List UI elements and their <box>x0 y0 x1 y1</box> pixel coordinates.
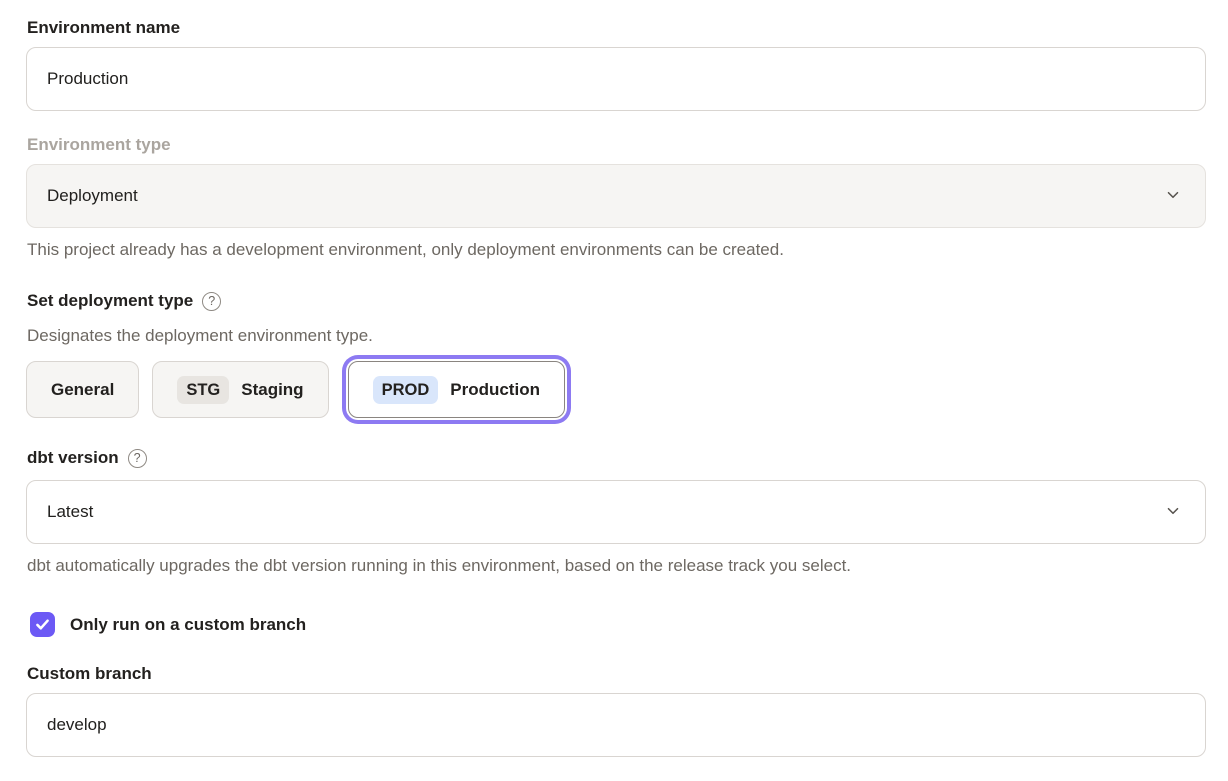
dbt-version-select[interactable]: Latest <box>26 480 1206 544</box>
deployment-type-options: General STG Staging PROD Production <box>26 361 1206 418</box>
dbt-version-helper: dbt automatically upgrades the dbt versi… <box>27 555 1206 576</box>
option-label: General <box>51 380 114 400</box>
help-icon[interactable]: ? <box>202 292 221 311</box>
environment-type-select: Deployment <box>26 164 1206 228</box>
chevron-down-icon <box>1164 502 1182 525</box>
environment-name-label: Environment name <box>27 17 1206 38</box>
option-label: Production <box>450 380 540 400</box>
custom-branch-label: Custom branch <box>27 663 1206 684</box>
deployment-type-option-production[interactable]: PROD Production <box>348 361 565 418</box>
environment-type-helper: This project already has a development e… <box>27 239 1206 260</box>
dbt-version-heading-row: dbt version ? <box>27 447 1206 469</box>
custom-branch-toggle-label: Only run on a custom branch <box>70 615 306 635</box>
environment-settings-form: Environment name Environment type Deploy… <box>0 0 1228 781</box>
chevron-down-icon <box>1164 186 1182 209</box>
deployment-type-heading-row: Set deployment type ? <box>27 290 1206 312</box>
custom-branch-toggle-row[interactable]: Only run on a custom branch <box>30 612 1206 637</box>
environment-type-label: Environment type <box>27 134 1206 155</box>
custom-branch-input[interactable] <box>26 693 1206 757</box>
deployment-type-option-staging[interactable]: STG Staging <box>152 361 328 418</box>
environment-type-value: Deployment <box>47 186 138 206</box>
environment-name-input[interactable] <box>26 47 1206 111</box>
deployment-type-heading: Set deployment type <box>27 290 193 312</box>
custom-branch-checkbox[interactable] <box>30 612 55 637</box>
option-label: Staging <box>241 380 303 400</box>
checkmark-icon <box>34 616 51 633</box>
deployment-type-description: Designates the deployment environment ty… <box>27 325 1206 346</box>
dbt-version-label: dbt version <box>27 447 119 469</box>
deployment-type-option-general[interactable]: General <box>26 361 139 418</box>
staging-badge: STG <box>177 376 229 404</box>
production-badge: PROD <box>373 376 439 404</box>
help-icon[interactable]: ? <box>128 449 147 468</box>
dbt-version-value: Latest <box>47 502 93 522</box>
